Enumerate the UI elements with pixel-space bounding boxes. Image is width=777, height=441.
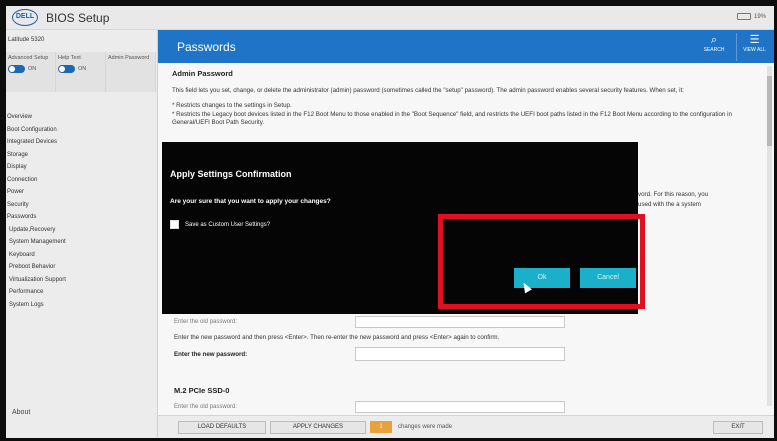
sidebar-item-integrated-devices[interactable]: Integrated Devices xyxy=(6,136,156,149)
sidebar-item-keyboard[interactable]: Keyboard xyxy=(6,249,156,262)
load-defaults-button[interactable]: LOAD DEFAULTS xyxy=(178,421,266,434)
sidebar-item-security[interactable]: Security xyxy=(6,199,156,212)
toggle-state: ON xyxy=(78,66,87,72)
partial-line: vord. For this reason, you xyxy=(638,191,709,198)
new-password-label: Enter the new password: xyxy=(174,351,248,358)
sidebar-item-storage[interactable]: Storage xyxy=(6,149,156,162)
ssd-old-password-label: Enter the old password: xyxy=(174,404,238,410)
sidebar-item-power[interactable]: Power xyxy=(6,186,156,199)
sidebar-item-performance[interactable]: Performance xyxy=(6,286,156,299)
battery-icon xyxy=(736,13,751,20)
search-icon: ⌕ xyxy=(710,34,718,46)
exit-button[interactable]: EXIT xyxy=(713,421,763,434)
toggle-group: Advanced Setup ON Help Text ON Admin Pas… xyxy=(6,52,158,92)
bullet-text: * Restricts the Legacy boot devices list… xyxy=(172,110,732,127)
intro-text: This field lets you set, change, or dele… xyxy=(172,86,684,94)
bullet-text: * Restricts changes to the settings in S… xyxy=(172,102,292,109)
scrollbar-thumb[interactable] xyxy=(767,76,772,146)
bios-screen: DELL BIOS Setup 19% Latitude 5320 Advanc… xyxy=(6,6,774,438)
sidebar-item-connection[interactable]: Connection xyxy=(6,174,156,187)
dell-logo: DELL xyxy=(12,9,38,26)
red-highlight-box xyxy=(438,214,645,309)
toggle-admin-password: Admin Password xyxy=(106,52,156,92)
old-password-field[interactable] xyxy=(355,316,565,328)
toggle-label: Help Text xyxy=(58,55,81,61)
changes-status-text: changes were made xyxy=(398,424,453,430)
view-all-label: VIEW ALL xyxy=(743,47,766,53)
sidebar-item-system-logs[interactable]: System Logs xyxy=(6,299,156,312)
content-area: Admin Password This field lets you set, … xyxy=(172,69,762,135)
sidebar-item-update-recovery[interactable]: Update,Recovery xyxy=(6,224,156,237)
section-title: Admin Password xyxy=(172,69,233,78)
new-password-field[interactable] xyxy=(355,347,565,361)
old-password-label: Enter the old password: xyxy=(174,319,238,325)
toggle-switch-icon[interactable] xyxy=(58,65,75,73)
sidebar-item-system-management[interactable]: System Management xyxy=(6,236,156,249)
battery-level: 19% xyxy=(753,13,766,20)
save-custom-settings-option: Save as Custom User Settings? xyxy=(170,220,270,229)
apply-changes-button[interactable]: APPLY CHANGES xyxy=(270,421,366,434)
toggle-state: ON xyxy=(28,66,37,72)
ssd-section-title: M.2 PCIe SSD-0 xyxy=(174,386,230,395)
instruction-text: Enter the new password and then press <E… xyxy=(174,334,500,341)
dialog-question: Are your sure that you want to apply you… xyxy=(170,198,331,205)
save-custom-settings-checkbox[interactable] xyxy=(170,220,179,229)
toggle-label: Advanced Setup xyxy=(8,55,49,61)
battery-indicator: 19% xyxy=(736,13,766,20)
sidebar-item-boot-configuration[interactable]: Boot Configuration xyxy=(6,124,156,137)
top-bar: DELL BIOS Setup 19% xyxy=(6,6,774,30)
page-header: Passwords ⌕ SEARCH ☰ VIEW ALL xyxy=(158,30,774,63)
sidebar-item-display[interactable]: Display xyxy=(6,161,156,174)
toggle-advanced-setup[interactable]: Advanced Setup ON xyxy=(6,52,56,92)
toggle-help-text[interactable]: Help Text ON xyxy=(56,52,106,92)
left-panel: Latitude 5320 Advanced Setup ON Help Tex… xyxy=(6,30,158,438)
view-all-button[interactable]: ☰ VIEW ALL xyxy=(736,33,772,61)
bottom-bar: LOAD DEFAULTS APPLY CHANGES 1 changes we… xyxy=(158,415,774,438)
toggle-label: Admin Password xyxy=(108,55,150,61)
checkbox-label: Save as Custom User Settings? xyxy=(185,221,271,228)
sidebar-item-overview[interactable]: Overview xyxy=(6,111,156,124)
partial-text: vord. For this reason, you used with the… xyxy=(638,190,708,210)
about-link[interactable]: About xyxy=(12,409,30,416)
sidebar-item-passwords[interactable]: Passwords xyxy=(6,211,156,224)
sidebar-item-preboot-behavior[interactable]: Preboot Behavior xyxy=(6,261,156,274)
sidebar-nav: Overview Boot Configuration Integrated D… xyxy=(6,111,156,311)
model-name: Latitude 5320 xyxy=(8,37,45,43)
search-button[interactable]: ⌕ SEARCH xyxy=(696,33,732,61)
app-title: BIOS Setup xyxy=(46,11,110,25)
changes-count-badge: 1 xyxy=(370,421,392,433)
toggle-switch-icon[interactable] xyxy=(8,65,25,73)
search-label: SEARCH xyxy=(703,47,725,53)
scrollbar[interactable] xyxy=(767,66,772,406)
list-icon: ☰ xyxy=(749,34,760,46)
ssd-old-password-field[interactable] xyxy=(355,401,565,413)
page-title: Passwords xyxy=(177,40,236,54)
dialog-title: Apply Settings Confirmation xyxy=(170,169,292,179)
sidebar-item-virtualization-support[interactable]: Virtualization Support xyxy=(6,274,156,287)
partial-line: used with the a system xyxy=(638,201,701,208)
